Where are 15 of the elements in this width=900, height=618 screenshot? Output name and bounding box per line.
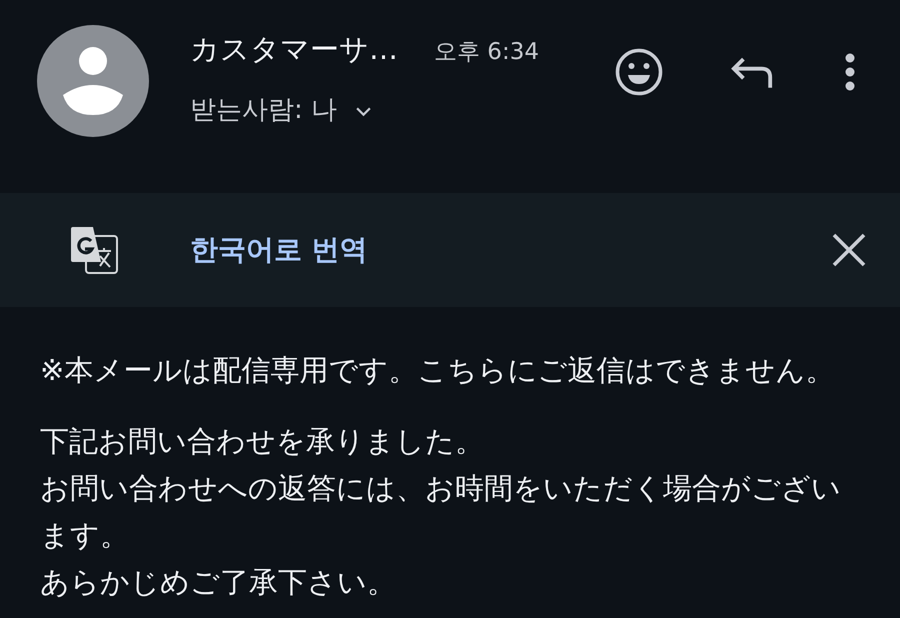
received-time: 오후 6:34 bbox=[434, 38, 539, 67]
avatar-icon bbox=[37, 25, 149, 137]
close-button[interactable] bbox=[832, 233, 866, 267]
close-icon bbox=[832, 233, 866, 267]
message-text: 下記お問い合わせを承りました。 bbox=[40, 423, 485, 460]
sender-name: カスタマーサ… bbox=[190, 31, 398, 68]
more-vertical-icon bbox=[845, 53, 855, 91]
smiley-icon bbox=[615, 48, 663, 96]
message-text: お問い合わせへの返答には、お時間をいただく場合がございます。 bbox=[40, 470, 842, 554]
recipient-toggle[interactable]: 받는사람: 나 bbox=[190, 92, 372, 127]
translate-icon bbox=[70, 226, 118, 274]
translate-link[interactable]: 한국어로 번역 bbox=[190, 231, 368, 269]
message-text: あらかじめご了承下さい。 bbox=[40, 564, 397, 601]
reply-icon bbox=[730, 56, 774, 88]
message-text: ※本メールは配信専用です。こちらにご返信はできません。 bbox=[40, 352, 836, 389]
